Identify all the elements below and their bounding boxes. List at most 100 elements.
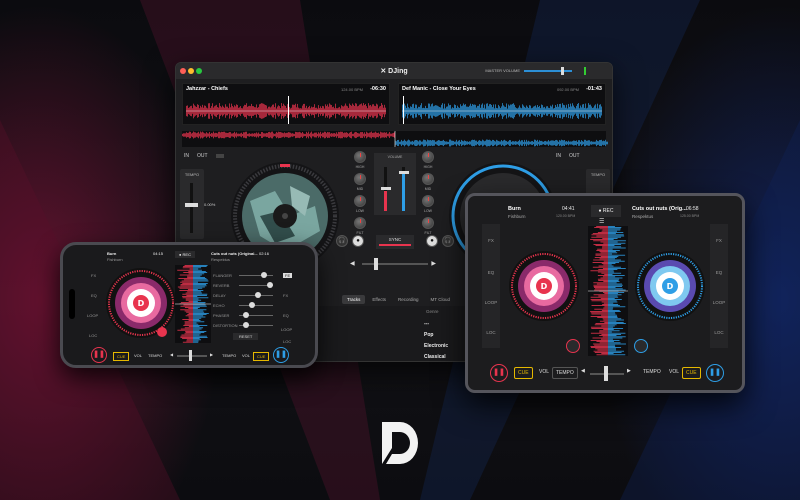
ipad-deck-a-pause-button[interactable]: ❚❚ <box>490 364 508 382</box>
ipad-deck-b-sync-icon[interactable] <box>634 339 648 353</box>
crossfader-right-arrow-icon[interactable]: ▶ <box>431 260 436 267</box>
crossfader-left-arrow-icon[interactable]: ◀ <box>350 260 355 267</box>
iphone-right-eq[interactable]: EQ <box>283 313 289 318</box>
deck-a-bpm: 124.00 BPM <box>340 87 363 92</box>
iphone-right-loc[interactable]: LOC <box>283 339 291 344</box>
ipad-right-eq[interactable]: EQ <box>710 258 728 288</box>
ipad-left-fx[interactable]: FX <box>482 224 500 258</box>
iphone-deck-a-cue-button[interactable]: CUE <box>113 352 130 361</box>
deck-b-mid-knob[interactable] <box>422 173 434 185</box>
genre-column-header[interactable]: Genre <box>426 309 439 314</box>
sync-button[interactable]: SYNC <box>376 235 414 249</box>
iphone-deck-b-tempo-button[interactable]: TEMPO <box>219 352 239 359</box>
iphone-rec-button[interactable]: ● REC <box>175 251 195 258</box>
deck-a-tempo-track[interactable] <box>190 183 193 233</box>
iphone-crossfader-knob[interactable] <box>189 350 192 361</box>
ipad-left-loc[interactable]: LOC <box>482 318 500 348</box>
iphone-left-loop[interactable]: LOOP <box>87 313 98 318</box>
ipad-deck-a-artist: Fishburn <box>508 214 526 219</box>
master-volume-slider[interactable] <box>524 70 572 72</box>
deck-a-in-button[interactable]: IN <box>184 153 189 159</box>
crossfader-knob[interactable] <box>374 258 378 270</box>
iphone-deck-b-cue-button[interactable]: CUE <box>253 352 270 361</box>
ipad-deck-b-vol-button[interactable]: VOL <box>666 367 682 377</box>
ipad-left-eq[interactable]: EQ <box>482 258 500 288</box>
deck-a-tempo-knob[interactable] <box>185 203 198 207</box>
iphone-left-eq[interactable]: EQ <box>91 293 97 298</box>
iphone-deck-b-artist: Respektus <box>211 257 230 262</box>
tab-tracks[interactable]: Tracks <box>342 295 366 304</box>
deck-b-filter-knob[interactable] <box>422 217 434 229</box>
effect-slider-knob[interactable] <box>243 322 249 328</box>
deck-a-volume-fader[interactable] <box>381 167 391 211</box>
genre-item[interactable]: Classical <box>424 354 448 361</box>
ipad-deck-a-sync-icon[interactable] <box>566 339 580 353</box>
ipad-deck-a-platter[interactable]: D <box>508 250 580 322</box>
genre-item[interactable]: Electronic <box>424 343 448 354</box>
ipad-crossfader-right-icon[interactable]: ▶ <box>624 366 634 376</box>
effect-slider-knob[interactable] <box>267 282 273 288</box>
ipad-playlist-icon[interactable]: ☰ <box>599 218 604 225</box>
iphone-deck-b-vol-button[interactable]: VOL <box>239 352 253 359</box>
deck-a-cue-button[interactable]: ● <box>352 235 364 247</box>
tab-recording[interactable]: Recording <box>393 295 424 304</box>
deck-b-cue-button[interactable]: ● <box>426 235 438 247</box>
deck-a-tempo-label: TEMPO <box>184 172 200 177</box>
effect-slider-knob[interactable] <box>255 292 261 298</box>
master-volume-knob[interactable] <box>561 67 564 75</box>
ipad-deck-b-pause-button[interactable]: ❚❚ <box>706 364 724 382</box>
ipad-crossfader-left-icon[interactable]: ◀ <box>578 366 588 376</box>
ipad-deck-b-tempo-button[interactable]: TEMPO <box>640 367 664 377</box>
iphone-right-fx[interactable]: FX <box>283 293 288 298</box>
iphone-left-fx[interactable]: FX <box>91 273 96 278</box>
zoomed-waveforms[interactable] <box>182 131 608 147</box>
deck-b-in-button[interactable]: IN <box>556 153 561 159</box>
ipad-deck-a-tempo-button[interactable]: TEMPO <box>552 367 578 379</box>
genre-item[interactable]: Pop <box>424 332 448 343</box>
deck-a-headphone-button[interactable]: 🎧 <box>336 235 348 247</box>
ipad-rec-button[interactable]: ● REC <box>591 205 621 217</box>
ipad-right-loop[interactable]: LOOP <box>710 288 728 318</box>
ipad-left-loop[interactable]: LOOP <box>482 288 500 318</box>
deck-b-volume-fader[interactable] <box>399 167 409 211</box>
iphone-crossfader-right-icon[interactable]: ▶ <box>207 351 216 358</box>
effect-slider-knob[interactable] <box>249 302 255 308</box>
ipad-deck-b-platter[interactable]: D <box>634 250 706 322</box>
deck-a-overview[interactable]: Jahzzar - Chiefs 124.00 BPM -06:30 <box>182 83 390 125</box>
iphone-deck-a-tempo-button[interactable]: TEMPO <box>145 352 165 359</box>
tab-effects[interactable]: Effects <box>367 295 391 304</box>
ipad-deck-a-vol-button[interactable]: VOL <box>536 367 552 377</box>
tab-mt-cloud[interactable]: MT Cloud <box>426 295 455 304</box>
deck-a-mid-label: MID <box>356 187 364 191</box>
deck-a-out-button[interactable]: OUT <box>197 153 208 159</box>
ipad-crossfader-knob[interactable] <box>604 366 608 381</box>
iphone-crossfader-left-icon[interactable]: ◀ <box>167 351 176 358</box>
ipad-deck-a-cue-button[interactable]: CUE <box>514 367 533 379</box>
ipad-right-loc[interactable]: LOC <box>710 318 728 348</box>
genre-item[interactable]: --- <box>424 321 448 332</box>
deck-a-mid-knob[interactable] <box>354 173 366 185</box>
deck-a-high-knob[interactable] <box>354 151 366 163</box>
iphone-left-loc[interactable]: LOC <box>89 333 97 338</box>
ipad-deck-b-cue-button[interactable]: CUE <box>682 367 701 379</box>
deck-a-loop-toggle[interactable] <box>215 154 224 158</box>
deck-b-low-knob[interactable] <box>422 195 434 207</box>
iphone-deck-a-vol-button[interactable]: VOL <box>131 352 145 359</box>
iphone-right-loop[interactable]: LOOP <box>281 327 292 332</box>
iphone-deck-a-platter[interactable]: D <box>105 267 177 339</box>
ipad-right-fx[interactable]: FX <box>710 224 728 258</box>
effect-slider-knob[interactable] <box>243 312 249 318</box>
deck-a-low-knob[interactable] <box>354 195 366 207</box>
effect-slider-knob[interactable] <box>261 272 267 278</box>
crossfader[interactable]: ◀ ▶ <box>350 257 440 271</box>
iphone-deck-b-pause-button[interactable]: ❚❚ <box>273 347 289 363</box>
iphone-crossfader[interactable] <box>177 355 207 357</box>
iphone-right-fe[interactable]: FE <box>283 273 293 278</box>
deck-b-high-knob[interactable] <box>422 151 434 163</box>
iphone-deck-a-sync-icon[interactable] <box>157 327 167 337</box>
iphone-deck-a-pause-button[interactable]: ❚❚ <box>91 347 107 363</box>
deck-b-out-button[interactable]: OUT <box>569 153 580 159</box>
deck-b-overview[interactable]: Def Manic - Close Your Eyes 092.00 BPM -… <box>398 83 606 125</box>
deck-a-filter-knob[interactable] <box>354 217 366 229</box>
reset-button[interactable]: RESET <box>233 333 259 340</box>
